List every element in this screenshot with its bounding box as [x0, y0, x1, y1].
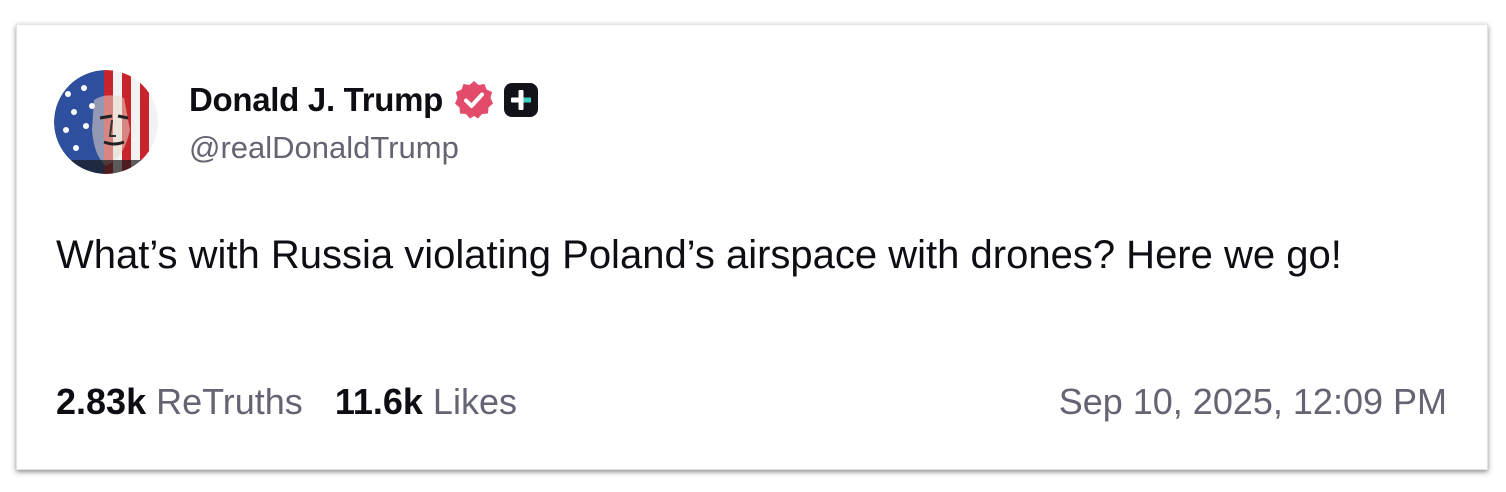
retruths-label: ReTruths [156, 381, 303, 422]
plus-badge-icon [503, 82, 539, 118]
author-name-row: Donald J. Trump [189, 78, 539, 122]
likes-label: Likes [432, 381, 517, 422]
retruths-count: 2.83k [56, 381, 147, 422]
post-timestamp[interactable]: Sep 10, 2025, 12:09 PM [1059, 381, 1447, 423]
post-body-text: What’s with Russia violating Poland’s ai… [56, 233, 1342, 277]
author-display-name[interactable]: Donald J. Trump [189, 81, 443, 119]
likes-count: 11.6k [334, 381, 423, 422]
author-handle[interactable]: @realDonaldTrump [189, 130, 459, 166]
retruths-stat[interactable]: 2.83k ReTruths [56, 381, 303, 423]
avatar-image [54, 70, 158, 174]
author-avatar[interactable] [54, 70, 158, 174]
post-stats: 2.83k ReTruths 11.6k Likes [56, 381, 517, 423]
post-card: Donald J. Trump @realDonaldTrump What’s … [16, 24, 1488, 470]
likes-stat[interactable]: 11.6k Likes [335, 381, 517, 423]
verified-badge-icon [453, 79, 495, 121]
